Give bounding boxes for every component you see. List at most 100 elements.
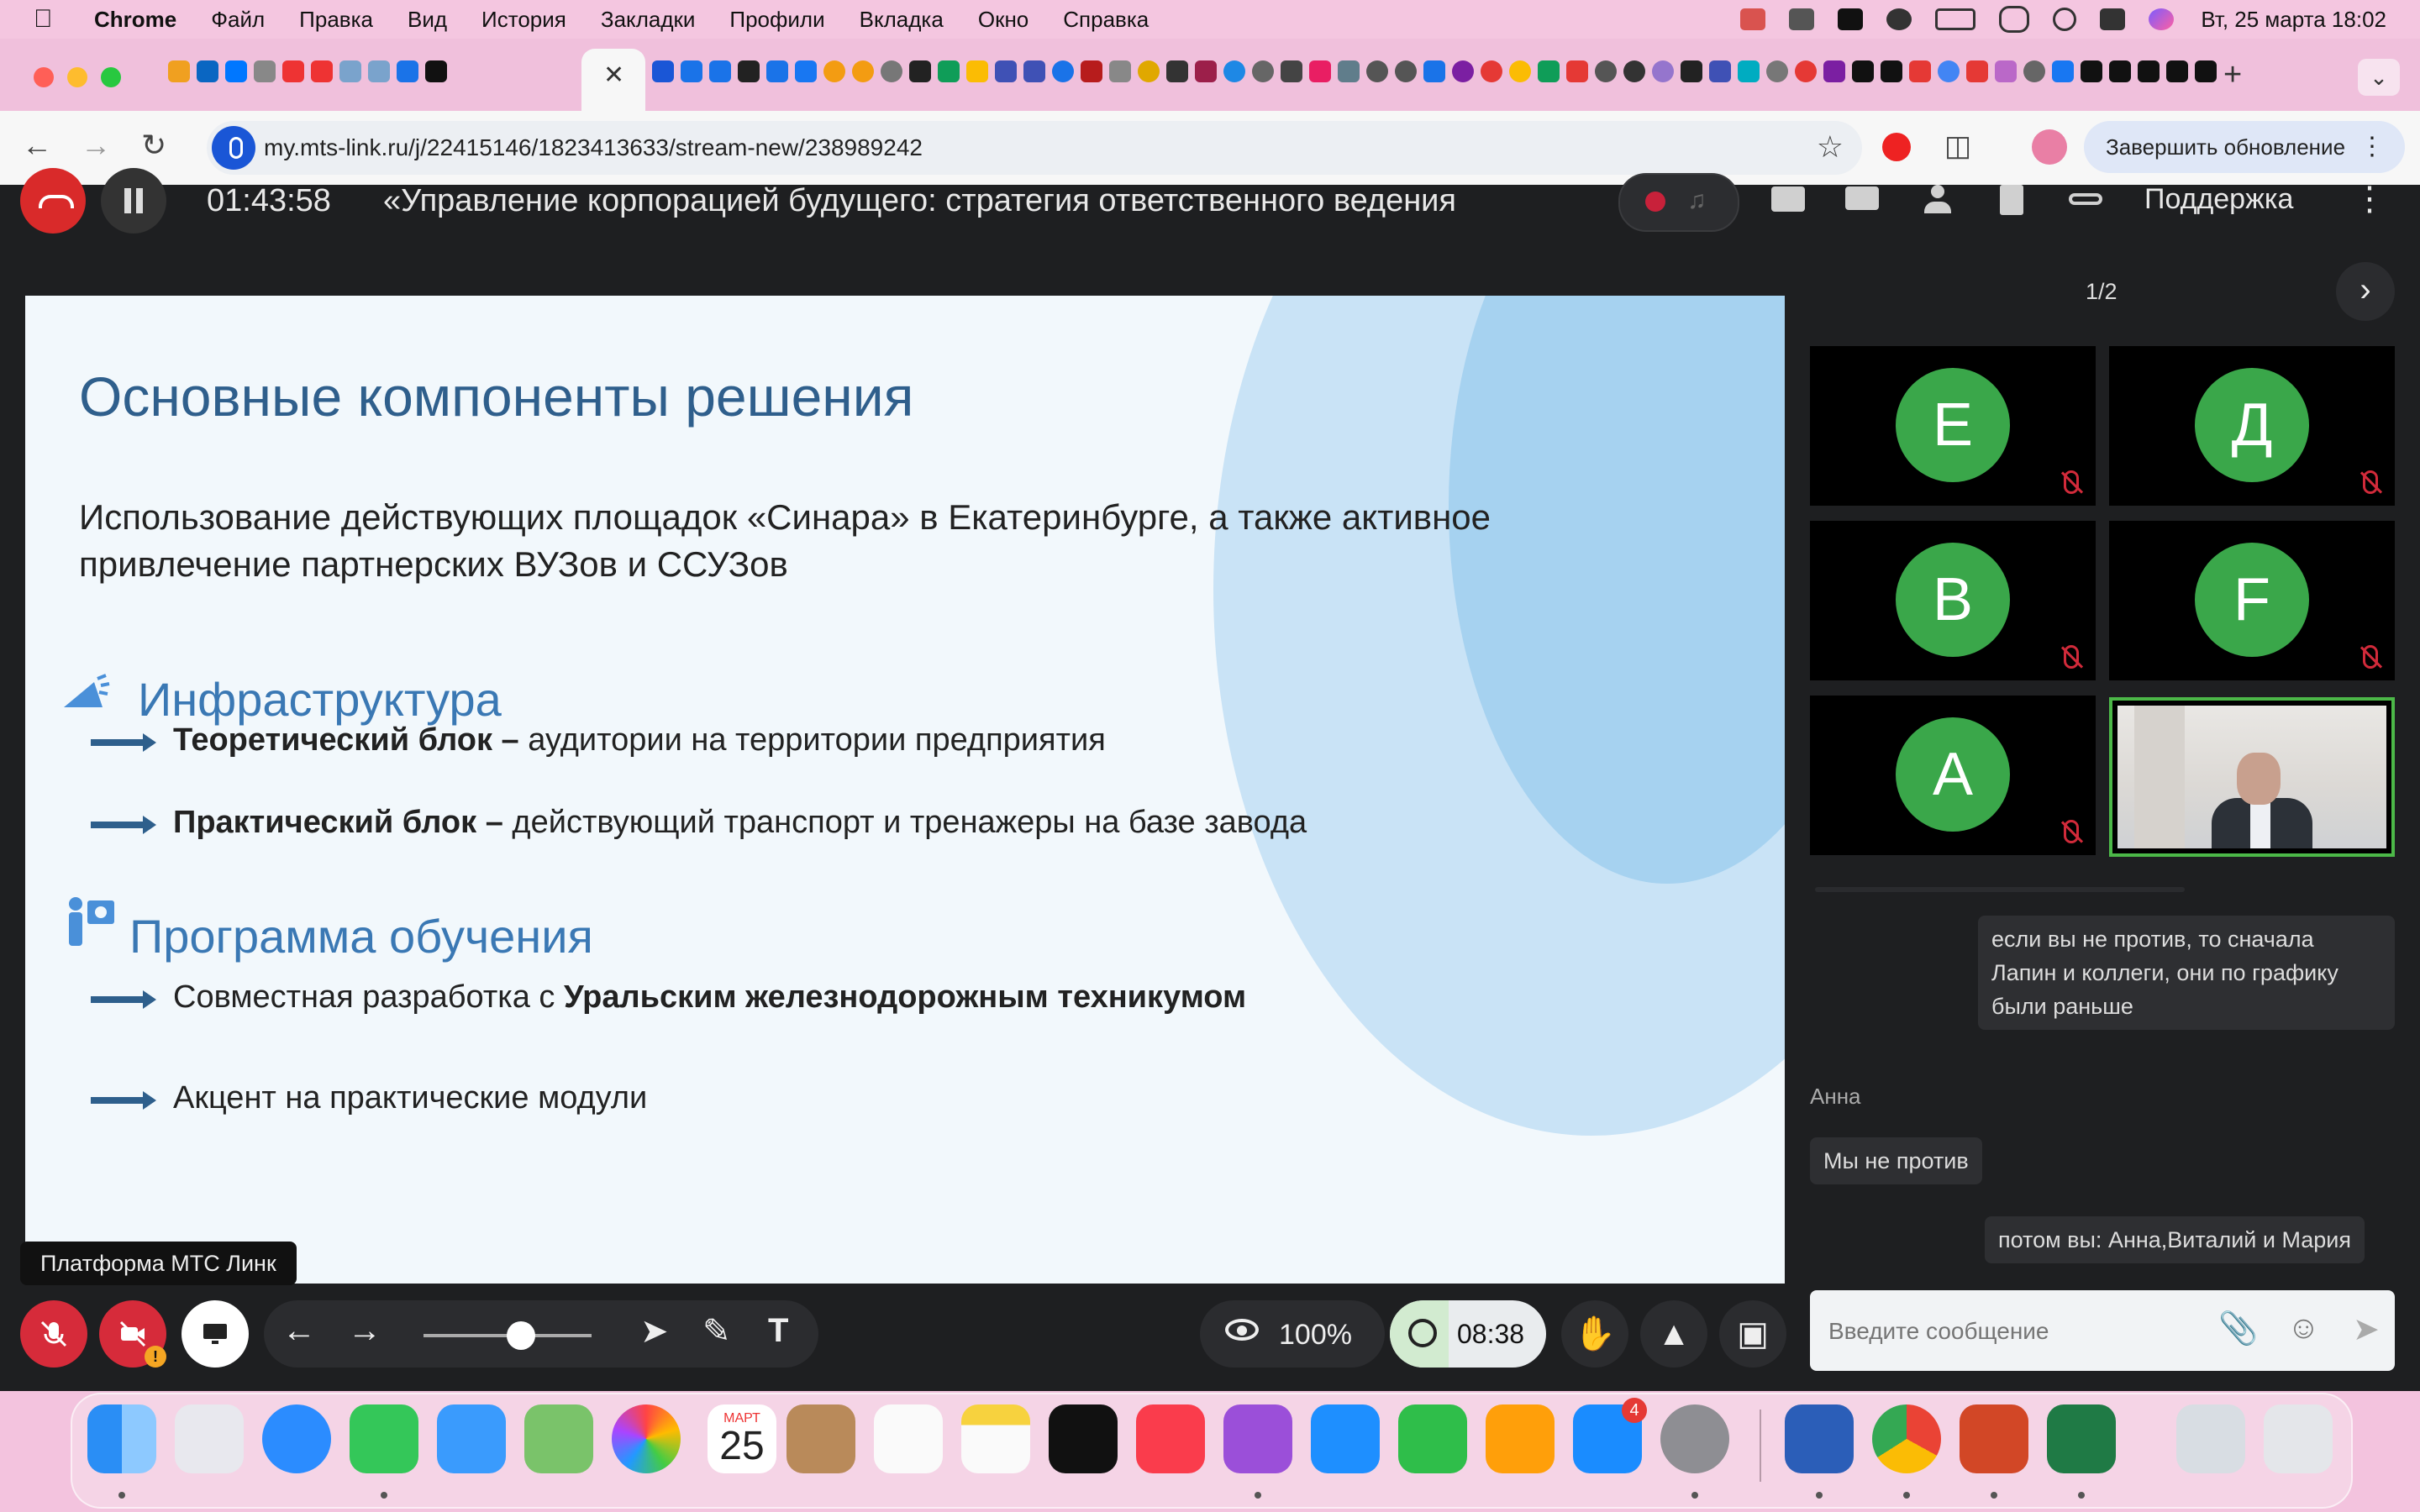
screen-share-button[interactable] bbox=[182, 1300, 249, 1368]
notes-icon[interactable] bbox=[961, 1404, 1030, 1473]
back-arrow-icon[interactable]: ← bbox=[22, 128, 52, 163]
reminders-icon[interactable] bbox=[874, 1404, 943, 1473]
menu-tab[interactable]: Вкладка bbox=[860, 7, 944, 33]
tab-favicon[interactable] bbox=[652, 60, 674, 82]
next-page-chevron-icon[interactable]: › bbox=[2336, 262, 2395, 321]
agenda-icon[interactable] bbox=[1771, 185, 1805, 215]
tab-favicon[interactable] bbox=[225, 60, 247, 82]
tab-favicon[interactable] bbox=[1366, 60, 1388, 82]
tab-favicon[interactable] bbox=[197, 60, 218, 82]
music-icon[interactable] bbox=[1136, 1404, 1205, 1473]
powerpoint-icon[interactable] bbox=[1960, 1404, 2028, 1473]
tab-favicon[interactable] bbox=[254, 60, 276, 82]
participants-icon[interactable] bbox=[1921, 185, 1954, 215]
word-icon[interactable] bbox=[1785, 1404, 1854, 1473]
messages-icon[interactable] bbox=[350, 1404, 418, 1473]
tab-favicon[interactable] bbox=[681, 60, 702, 82]
active-speaker-tile[interactable] bbox=[2109, 697, 2395, 857]
picture-in-picture-icon[interactable]: ▣ bbox=[1719, 1300, 1786, 1368]
chat-icon[interactable] bbox=[1845, 185, 1879, 215]
tab-favicon[interactable] bbox=[1195, 60, 1217, 82]
pause-icon[interactable] bbox=[101, 168, 166, 234]
tab-favicon[interactable] bbox=[1109, 60, 1131, 82]
chat-scroll-bar[interactable] bbox=[1815, 887, 2185, 892]
bookmark-star-icon[interactable]: ☆ bbox=[1817, 129, 1844, 165]
tab-favicon[interactable] bbox=[1709, 60, 1731, 82]
adblock-extension-icon[interactable] bbox=[1882, 133, 1911, 161]
finish-update-button[interactable]: Завершить обновление ⋮ bbox=[2084, 121, 2405, 173]
participant-tile[interactable]: Д bbox=[2109, 346, 2395, 506]
tab-favicon[interactable] bbox=[1223, 60, 1245, 82]
focus-moon-icon[interactable] bbox=[1886, 8, 1912, 30]
tab-favicon[interactable] bbox=[1481, 60, 1502, 82]
contacts-icon[interactable] bbox=[786, 1404, 855, 1473]
tab-favicon[interactable] bbox=[1766, 60, 1788, 82]
tab-favicon[interactable] bbox=[795, 60, 817, 82]
reaction-fire-icon[interactable]: ▲ bbox=[1640, 1300, 1707, 1368]
tab-favicon[interactable] bbox=[1738, 60, 1760, 82]
tab-favicon[interactable] bbox=[1995, 60, 2017, 82]
tab-favicon[interactable] bbox=[1852, 60, 1874, 82]
menu-history[interactable]: История bbox=[481, 7, 566, 33]
next-slide-arrow-icon[interactable]: → bbox=[348, 1312, 381, 1350]
trash-icon[interactable] bbox=[2264, 1404, 2333, 1473]
tab-favicon[interactable] bbox=[1652, 60, 1674, 82]
profile-avatar[interactable] bbox=[2032, 129, 2067, 165]
tab-favicon[interactable] bbox=[738, 60, 760, 82]
mail-icon[interactable] bbox=[437, 1404, 506, 1473]
participant-tile[interactable]: В bbox=[1810, 521, 2096, 680]
tab-favicon[interactable] bbox=[766, 60, 788, 82]
participant-tile[interactable]: Е bbox=[1810, 346, 2096, 506]
tab-favicon[interactable] bbox=[1166, 60, 1188, 82]
tab-favicon[interactable] bbox=[2166, 60, 2188, 82]
numbers-icon[interactable] bbox=[1398, 1404, 1467, 1473]
slide-zoom-control[interactable]: 100% bbox=[1200, 1300, 1385, 1368]
tab-favicon[interactable] bbox=[368, 60, 390, 82]
tab-favicon[interactable] bbox=[881, 60, 902, 82]
tab-favicon[interactable] bbox=[1338, 60, 1360, 82]
menu-view[interactable]: Вид bbox=[408, 7, 447, 33]
new-tab-button[interactable]: + bbox=[2223, 57, 2242, 93]
photos-icon[interactable] bbox=[612, 1404, 681, 1473]
menu-edit[interactable]: Правка bbox=[299, 7, 373, 33]
minimize-window-button[interactable] bbox=[67, 67, 87, 87]
cleaner-icon[interactable] bbox=[1789, 8, 1815, 30]
emoji-smile-icon[interactable]: ☺ bbox=[2287, 1310, 2320, 1347]
pen-draw-icon[interactable]: ✎ bbox=[702, 1312, 731, 1351]
tab-favicon[interactable] bbox=[168, 60, 190, 82]
address-bar[interactable]: my.mts-link.ru/j/22415146/1823413633/str… bbox=[207, 121, 1862, 175]
pointer-cursor-icon[interactable]: ➤ bbox=[640, 1312, 669, 1351]
keyboard-layout-icon[interactable] bbox=[1838, 8, 1864, 30]
dropbox-icon[interactable] bbox=[1740, 8, 1766, 30]
text-tool-icon[interactable]: T bbox=[768, 1312, 788, 1350]
tab-favicon[interactable] bbox=[909, 60, 931, 82]
tab-favicon[interactable] bbox=[2109, 60, 2131, 82]
microphone-active-icon[interactable] bbox=[212, 126, 255, 170]
pages-icon[interactable] bbox=[1486, 1404, 1555, 1473]
close-tab-icon[interactable]: ✕ bbox=[603, 60, 624, 90]
tab-favicon[interactable] bbox=[1681, 60, 1702, 82]
menu-bookmarks[interactable]: Закладки bbox=[601, 7, 696, 33]
tab-favicon[interactable] bbox=[2138, 60, 2160, 82]
kebab-menu-icon[interactable]: ⋮ bbox=[2360, 121, 2385, 173]
tab-favicon[interactable] bbox=[1423, 60, 1445, 82]
participant-tile[interactable]: F bbox=[2109, 521, 2395, 680]
tab-favicon[interactable] bbox=[311, 60, 333, 82]
tab-favicon[interactable] bbox=[1252, 60, 1274, 82]
link-icon[interactable] bbox=[2069, 185, 2102, 215]
close-window-button[interactable] bbox=[34, 67, 54, 87]
tab-favicon[interactable] bbox=[1138, 60, 1160, 82]
battery-icon[interactable] bbox=[1935, 8, 1976, 30]
tab-favicon[interactable] bbox=[1395, 60, 1417, 82]
extensions-puzzle-icon[interactable]: ◫ bbox=[1944, 129, 1971, 163]
tab-favicon[interactable] bbox=[1909, 60, 1931, 82]
menu-window[interactable]: Окно bbox=[978, 7, 1028, 33]
tab-search-chevron-icon[interactable]: ⌄ bbox=[2358, 59, 2400, 96]
control-center-icon[interactable] bbox=[2100, 8, 2126, 30]
support-link[interactable]: Поддержка bbox=[2144, 183, 2293, 216]
tab-favicon[interactable] bbox=[2023, 60, 2045, 82]
finder-icon[interactable] bbox=[87, 1404, 156, 1473]
menu-file[interactable]: Файл bbox=[211, 7, 265, 33]
active-tab[interactable]: ✕ bbox=[581, 49, 645, 111]
siri-icon[interactable] bbox=[2149, 8, 2175, 30]
